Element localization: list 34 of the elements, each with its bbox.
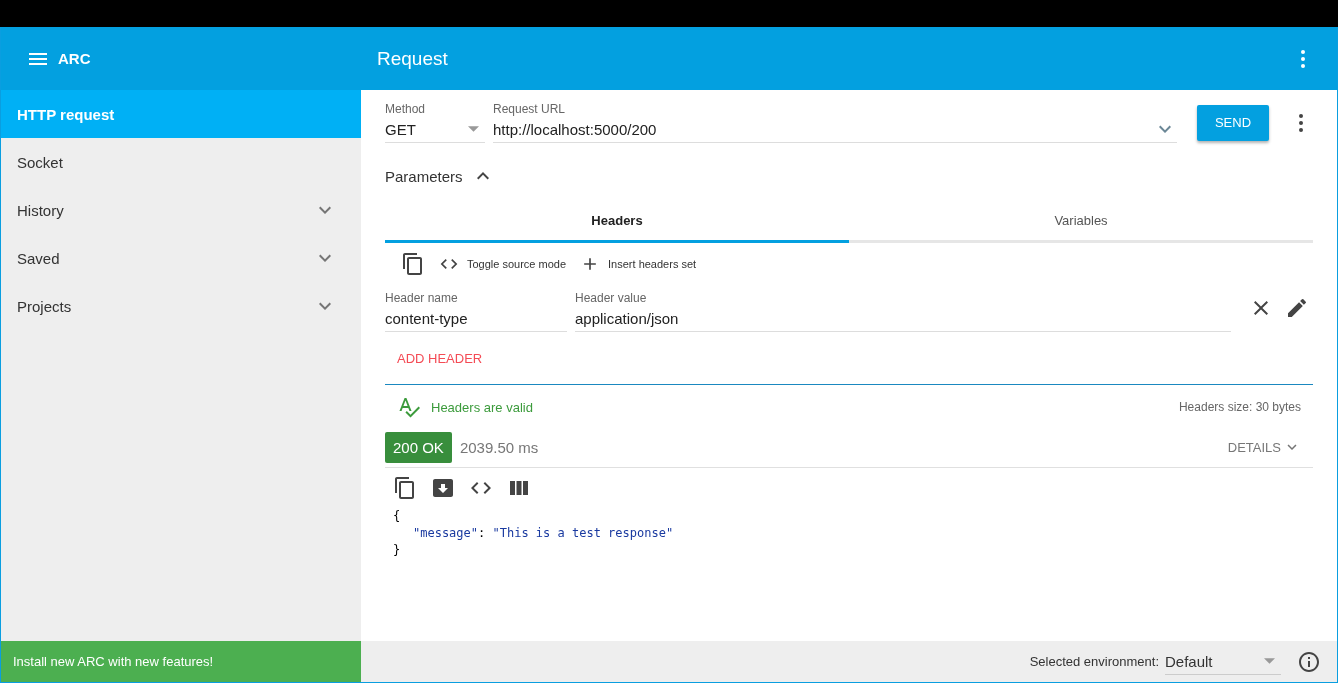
spellcheck-icon (397, 395, 421, 419)
response-time: 2039.50 ms (459, 438, 540, 456)
copy-icon[interactable] (401, 252, 425, 276)
sidebar-item[interactable]: Projects (1, 282, 361, 330)
info-icon[interactable] (1297, 649, 1321, 674)
page-title: Request (377, 47, 448, 70)
toolbar-button[interactable]: Insert headers set (580, 254, 697, 274)
url-field[interactable]: Request URL http://localhost:5000/200 (493, 102, 1177, 143)
caret-icon (468, 126, 479, 132)
sidebar-item[interactable]: History (1, 186, 361, 234)
status-badge: 200 OK (385, 431, 452, 463)
add-header-button[interactable]: ADD HEADER (385, 350, 495, 366)
code-line: } (393, 542, 402, 559)
sidebar-item[interactable]: Socket (1, 138, 361, 186)
parameters-toggle[interactable]: Parameters (385, 161, 495, 191)
header-value-field[interactable]: Header value application/json (575, 291, 1231, 332)
toolbar-button[interactable]: Toggle source mode (439, 254, 567, 274)
sidebar-item[interactable]: Saved (1, 234, 361, 282)
validation-message: Headers are valid (431, 399, 534, 415)
tab[interactable]: Variables (849, 205, 1313, 243)
header-name-field[interactable]: Header name content-type (385, 291, 567, 332)
save-icon[interactable] (431, 476, 455, 500)
code-line: "message": "This is a test response" (412, 525, 675, 542)
tab[interactable]: Headers (385, 205, 849, 243)
environment-label: Selected environment: (1029, 654, 1159, 669)
method-dropdown[interactable]: Method GET (385, 102, 485, 143)
code-line: { (393, 508, 402, 525)
pencil-icon[interactable] (1285, 296, 1309, 320)
app-name: ARC (58, 50, 91, 67)
details-button[interactable]: DETAILS (1227, 438, 1301, 456)
headers-size: Headers size: 30 bytes (1178, 400, 1301, 414)
caret-icon (1264, 658, 1275, 664)
copy-icon[interactable] (393, 476, 417, 500)
environment-dropdown[interactable]: Default (1165, 648, 1281, 675)
